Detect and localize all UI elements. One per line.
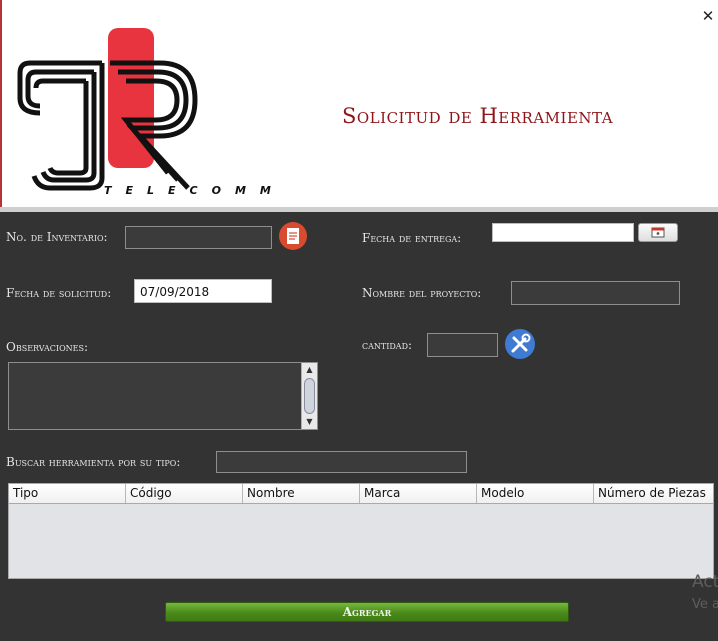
observaciones-textarea[interactable] (8, 362, 318, 430)
observaciones-scrollbar[interactable]: ▲ ▼ (301, 363, 317, 429)
calendar-icon (651, 227, 665, 238)
agregar-button[interactable]: Agregar (165, 602, 569, 622)
observaciones-label: Observaciones: (6, 340, 88, 354)
column-header[interactable]: Número de Piezas (594, 484, 713, 503)
inventario-value (126, 227, 271, 232)
cantidad-label: cantidad: (362, 338, 413, 352)
column-header[interactable]: Tipo (9, 484, 126, 503)
fecha-solicitud-value: 07/09/2018 (140, 285, 210, 299)
buscar-label: Buscar herramienta por su tipo: (6, 455, 181, 469)
cantidad-value (428, 334, 497, 339)
scroll-thumb[interactable] (304, 378, 315, 414)
buscar-input[interactable] (216, 451, 467, 473)
close-icon[interactable]: ✕ (701, 8, 715, 24)
inventario-input[interactable] (125, 226, 272, 249)
jr-logo-icon (17, 28, 198, 191)
logo-tagline: TELECOMM (104, 184, 285, 197)
column-header[interactable]: Modelo (477, 484, 594, 503)
tools-table-body[interactable] (8, 504, 714, 579)
proyecto-label: Nombre del proyecto: (362, 286, 482, 300)
scroll-down-icon[interactable]: ▼ (302, 415, 317, 429)
activation-watermark-text: Ve a (692, 597, 718, 612)
fecha-entrega-input[interactable] (492, 223, 634, 242)
tools-icon[interactable] (504, 328, 536, 360)
fecha-entrega-value (493, 224, 633, 226)
column-header[interactable]: Código (126, 484, 243, 503)
inventario-label: No. de Inventario: (6, 230, 108, 244)
column-header[interactable]: Marca (360, 484, 477, 503)
fecha-entrega-label: Fecha de entrega: (362, 231, 462, 245)
column-header[interactable]: Nombre (243, 484, 360, 503)
fecha-solicitud-label: Fecha de solicitud: (6, 286, 112, 300)
tools-table-header: Tipo Código Nombre Marca Modelo Número d… (8, 483, 714, 504)
document-icon[interactable] (278, 221, 308, 251)
jr-telecomm-logo (10, 28, 205, 202)
scroll-up-icon[interactable]: ▲ (302, 363, 317, 377)
calendar-button[interactable] (638, 223, 678, 242)
fecha-solicitud-input[interactable]: 07/09/2018 (134, 279, 272, 303)
proyecto-input[interactable] (511, 281, 680, 305)
buscar-value (217, 452, 466, 457)
activation-watermark-title: Act (692, 572, 718, 592)
proyecto-value (512, 282, 679, 287)
observaciones-value (9, 363, 317, 368)
page-title: Solicitud de Herramienta (342, 104, 614, 128)
cantidad-input[interactable] (427, 333, 498, 357)
